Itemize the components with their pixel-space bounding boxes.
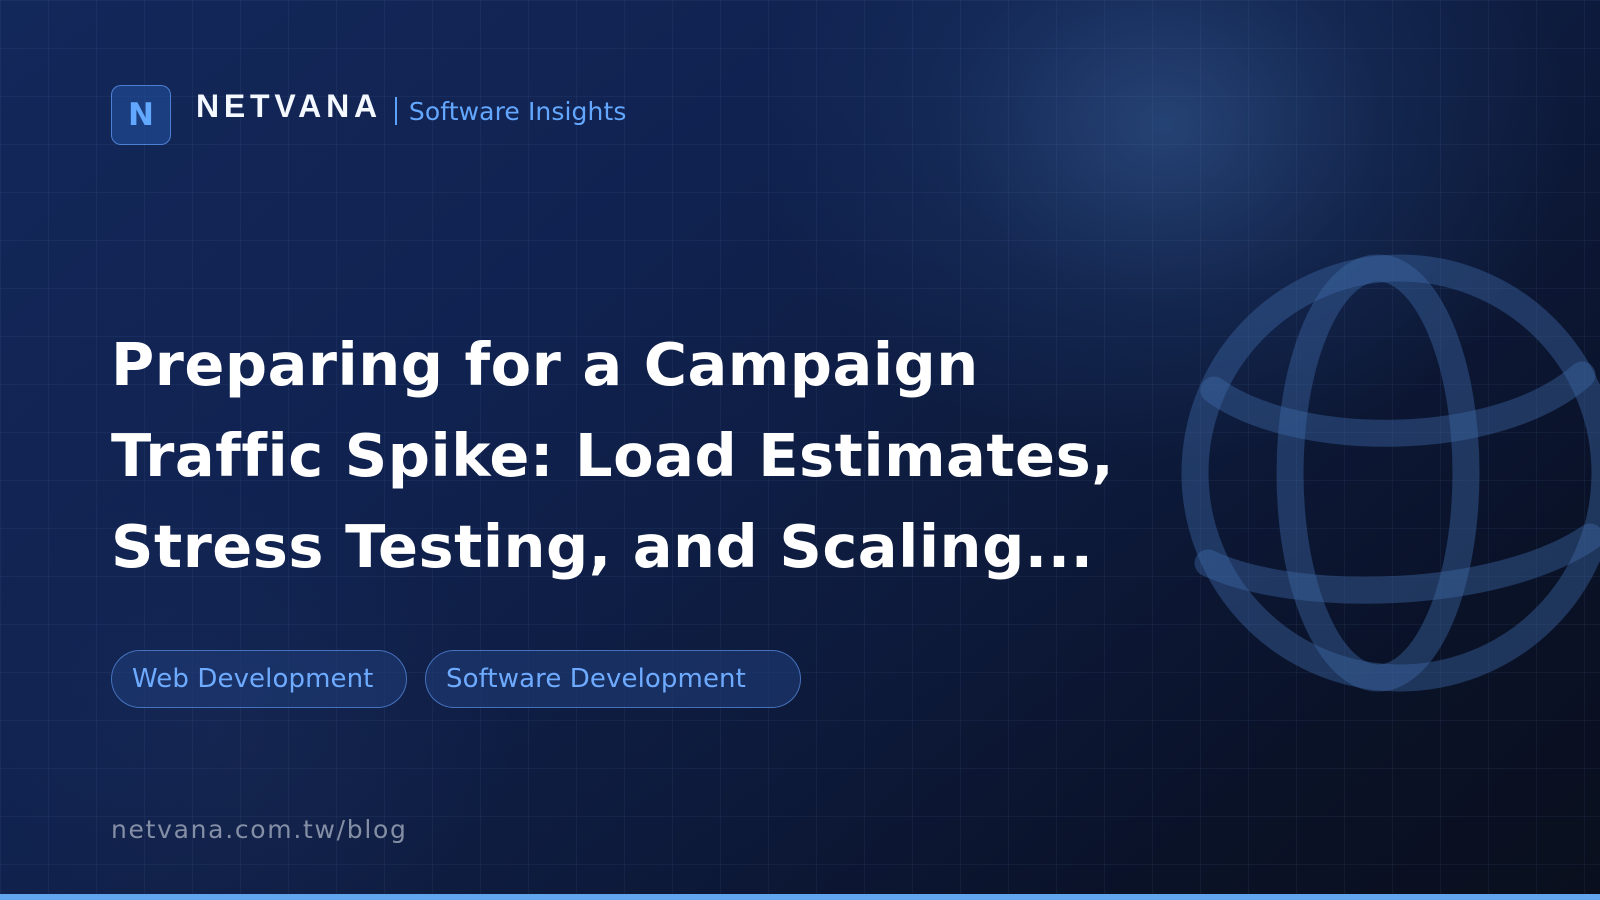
brand-divider: [394, 97, 397, 125]
tag-web-development[interactable]: Web Development: [111, 650, 407, 708]
site-brand: N NETVANA Software Insights: [111, 84, 627, 146]
category-tags: Web Development Software Development: [111, 650, 801, 708]
globe-icon: [1181, 254, 1600, 692]
brand-name: NETVANA: [196, 88, 382, 124]
article-title-line-1: Preparing for a Campaign: [111, 330, 979, 399]
tag-software-development[interactable]: Software Development: [425, 650, 801, 708]
article-title-line-3: Stress Testing, and Scaling...: [111, 512, 1094, 581]
logo-badge-icon: N: [111, 85, 171, 145]
article-title: Preparing for a Campaign Traffic Spike: …: [111, 319, 1121, 592]
article-title-line-2: Traffic Spike: Load Estimates,: [111, 421, 1115, 490]
brand-tagline: Software Insights: [408, 96, 627, 126]
blog-url: netvana.com.tw/blog: [111, 815, 408, 844]
bottom-accent-bar: [0, 894, 1600, 900]
